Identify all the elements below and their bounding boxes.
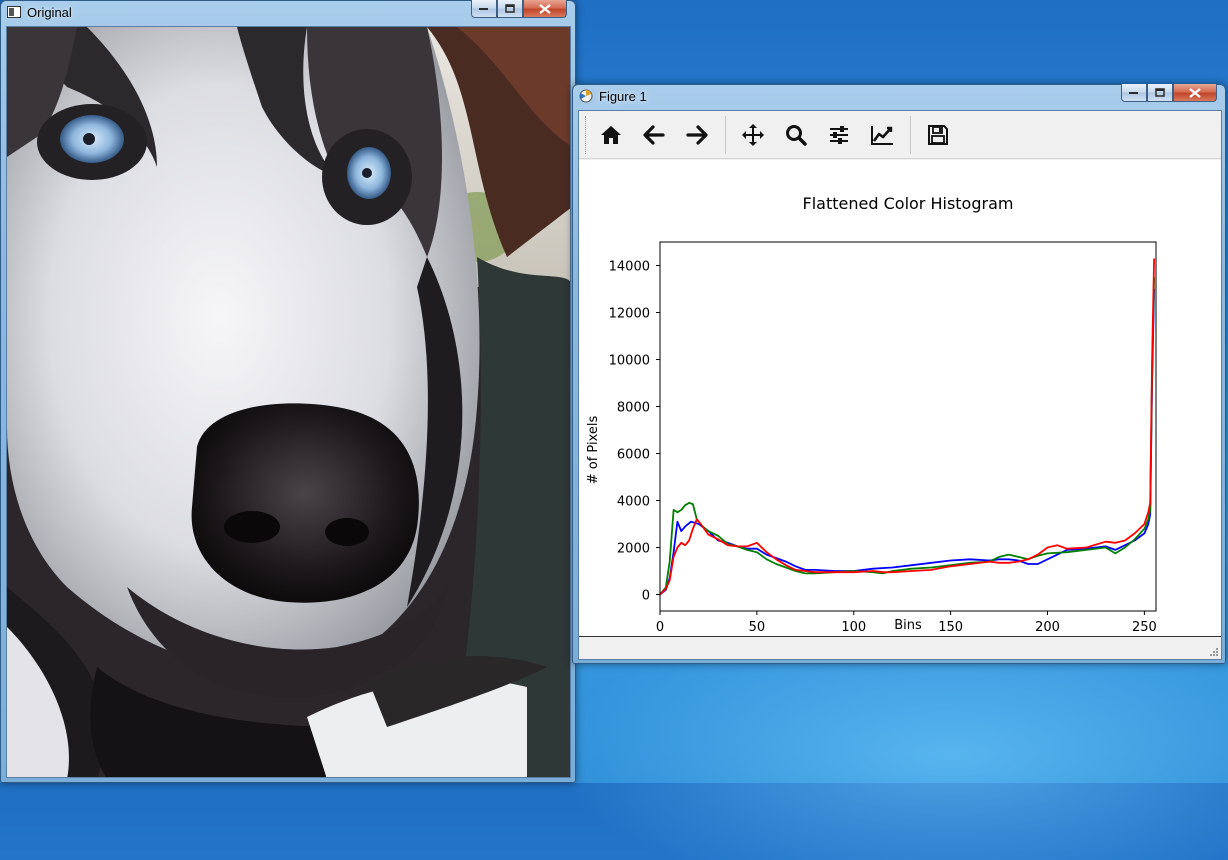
x-tick-label: 0: [656, 620, 664, 635]
forward-button[interactable]: [678, 116, 716, 154]
x-tick-label: 200: [1035, 620, 1060, 635]
maximize-button[interactable]: [1147, 84, 1173, 102]
y-tick-label: 10000: [609, 354, 650, 369]
plot-axes-frame: [659, 241, 1157, 612]
edit-axis-curve-icon: [871, 125, 893, 145]
toolbar-separator: [725, 115, 726, 154]
histogram-chart: Flattened Color Histogram # of Pixels Bi…: [586, 194, 1157, 635]
close-button[interactable]: [523, 0, 567, 18]
figure-window[interactable]: Figure 1 Flattened Color Histogram # of …: [572, 84, 1226, 664]
minimize-icon: [479, 7, 488, 10]
histogram-series-line-2: [659, 258, 1155, 596]
y-tick-label: 12000: [609, 307, 650, 322]
y-tick-label: 14000: [609, 260, 650, 275]
y-tick-label: 0: [642, 589, 650, 604]
maximize-icon: [1155, 88, 1165, 97]
husky-photo: [7, 27, 570, 777]
navigation-toolbar: [579, 111, 1221, 159]
original-window-title: Original: [27, 4, 72, 20]
histogram-lines: [659, 258, 1155, 596]
resize-grip-icon[interactable]: [1209, 647, 1219, 657]
zoom-magnifier-icon: [786, 124, 807, 146]
y-tick-label: 2000: [617, 542, 650, 557]
minimize-button[interactable]: [1121, 84, 1147, 102]
status-bar: [579, 638, 1221, 659]
save-figure-button[interactable]: [919, 116, 957, 154]
back-arrow-icon: [643, 124, 665, 145]
y-axis-ticks: 0 2000 4000 6000 8000 10000 12000 14000: [609, 260, 660, 604]
figure-window-title: Figure 1: [599, 88, 647, 104]
home-button[interactable]: [592, 116, 630, 154]
edit-axis-button[interactable]: [863, 116, 901, 154]
maximize-button[interactable]: [497, 0, 523, 18]
save-floppy-icon: [928, 124, 948, 145]
maximize-icon: [505, 4, 515, 13]
configure-subplots-button[interactable]: [820, 116, 858, 154]
minimize-icon: [1129, 91, 1138, 94]
toolbar-separator: [910, 115, 911, 154]
y-tick-label: 4000: [617, 495, 650, 510]
x-tick-label: 50: [749, 620, 766, 635]
y-tick-label: 6000: [617, 448, 650, 463]
matplotlib-app-icon: [579, 89, 593, 103]
original-image-window[interactable]: Original: [0, 0, 576, 783]
y-tick-label: 8000: [617, 401, 650, 416]
close-icon: [539, 3, 551, 14]
configure-subplots-icon: [830, 125, 848, 144]
home-icon: [601, 125, 621, 144]
x-tick-label: 250: [1132, 620, 1157, 635]
back-button[interactable]: [635, 116, 673, 154]
pan-button[interactable]: [734, 116, 772, 154]
figure-client-area: Flattened Color Histogram # of Pixels Bi…: [578, 110, 1222, 660]
minimize-button[interactable]: [471, 0, 497, 18]
forward-arrow-icon: [686, 124, 708, 145]
original-image-canvas: [6, 26, 571, 778]
close-button[interactable]: [1173, 84, 1217, 102]
toolbar-grip[interactable]: [585, 115, 588, 154]
x-tick-label: 150: [938, 620, 963, 635]
zoom-button[interactable]: [777, 116, 815, 154]
histogram-series-line-1: [659, 277, 1155, 596]
y-axis-label: # of Pixels: [586, 416, 601, 485]
figure-canvas[interactable]: Flattened Color Histogram # of Pixels Bi…: [579, 160, 1221, 637]
chart-title: Flattened Color Histogram: [803, 194, 1014, 213]
close-icon: [1189, 87, 1201, 98]
window-app-icon: [7, 5, 21, 19]
x-tick-label: 100: [841, 620, 866, 635]
pan-move-icon: [742, 123, 764, 146]
x-axis-label: Bins: [894, 618, 922, 633]
